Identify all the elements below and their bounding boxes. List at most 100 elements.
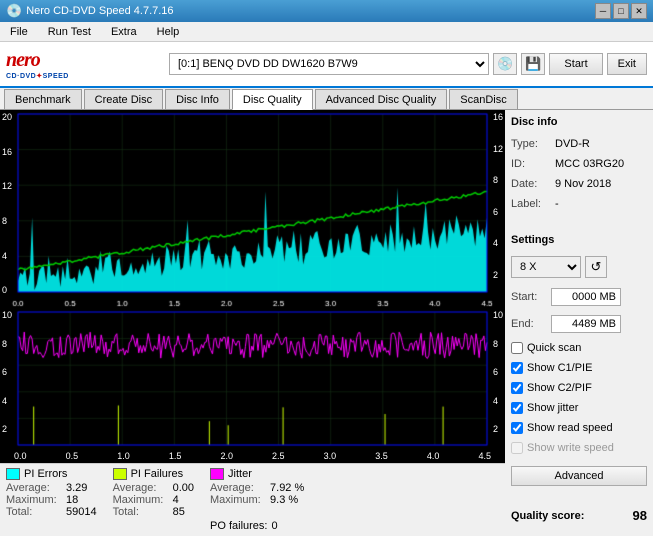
tab-scan-disc[interactable]: ScanDisc xyxy=(449,89,517,109)
disc-id-value: MCC 03RG20 xyxy=(555,158,624,170)
show-c1-pie-checkbox[interactable] xyxy=(511,362,523,374)
quality-score-row: Quality score: 98 xyxy=(511,508,647,523)
x-label-00: 0.0 xyxy=(14,451,27,461)
pi-failures-average: Average: 0.00 xyxy=(113,482,194,494)
show-jitter-checkbox[interactable] xyxy=(511,402,523,414)
upper-yr-2: 2 xyxy=(493,270,503,280)
menu-extra[interactable]: Extra xyxy=(105,23,143,41)
upper-y-4: 4 xyxy=(2,251,12,261)
pi-errors-maximum: Maximum: 18 xyxy=(6,494,97,506)
speed-row: 8 X 4 X 12 X 16 X ↺ xyxy=(511,256,647,278)
lower-y-2: 2 xyxy=(2,424,12,434)
pi-errors-label: PI Errors xyxy=(24,468,67,480)
quality-score-label: Quality score: xyxy=(511,510,584,522)
maximize-button[interactable]: □ xyxy=(613,3,629,19)
jitter-block: Jitter Average: 7.92 % Maximum: 9.3 % PO… xyxy=(210,468,304,532)
po-failures-label: PO failures: xyxy=(210,520,267,532)
close-button[interactable]: ✕ xyxy=(631,3,647,19)
lower-yr-2: 2 xyxy=(493,424,503,434)
title-bar-left: 💿 Nero CD-DVD Speed 4.7.7.16 xyxy=(6,3,174,19)
disc-date-value: 9 Nov 2018 xyxy=(555,178,611,190)
end-mb-input[interactable] xyxy=(551,315,621,333)
x-label-20: 2.0 xyxy=(220,451,233,461)
upper-yr-6: 6 xyxy=(493,207,503,217)
pi-errors-color xyxy=(6,468,20,480)
start-mb-row: Start: xyxy=(511,288,647,306)
save-icon-button[interactable]: 💾 xyxy=(521,53,545,75)
disc-date-label: Date: xyxy=(511,178,551,190)
tab-create-disc[interactable]: Create Disc xyxy=(84,89,163,109)
tab-disc-info[interactable]: Disc Info xyxy=(165,89,230,109)
pi-errors-average: Average: 3.29 xyxy=(6,482,97,494)
quality-score-value: 98 xyxy=(633,508,647,523)
advanced-button[interactable]: Advanced xyxy=(511,466,647,486)
menu-file[interactable]: File xyxy=(4,23,34,41)
show-read-speed-row: Show read speed xyxy=(511,422,647,434)
show-c1-pie-row: Show C1/PIE xyxy=(511,362,647,374)
quick-scan-row: Quick scan xyxy=(511,342,647,354)
minimize-button[interactable]: ─ xyxy=(595,3,611,19)
show-jitter-row: Show jitter xyxy=(511,402,647,414)
upper-y-16: 16 xyxy=(2,147,12,157)
show-jitter-label: Show jitter xyxy=(527,402,578,414)
lower-yr-4: 4 xyxy=(493,396,503,406)
jitter-header: Jitter xyxy=(210,468,304,480)
charts-container: 20 16 12 8 4 0 16 12 8 6 4 2 xyxy=(0,110,505,463)
device-select[interactable]: [0:1] BENQ DVD DD DW1620 B7W9 xyxy=(169,53,489,75)
x-label-15: 1.5 xyxy=(169,451,182,461)
lower-chart xyxy=(0,308,505,463)
upper-yr-4: 4 xyxy=(493,238,503,248)
refresh-button[interactable]: ↺ xyxy=(585,256,607,278)
lower-y-4: 4 xyxy=(2,396,12,406)
x-label-45: 4.5 xyxy=(478,451,491,461)
nero-logo: nero xyxy=(6,49,40,72)
disc-label-value: - xyxy=(555,198,559,210)
tabs-bar: Benchmark Create Disc Disc Info Disc Qua… xyxy=(0,88,653,110)
app-icon: 💿 xyxy=(6,3,22,19)
pi-errors-header: PI Errors xyxy=(6,468,97,480)
tab-advanced-disc-quality[interactable]: Advanced Disc Quality xyxy=(315,89,448,109)
eject-button[interactable]: Exit xyxy=(607,53,647,75)
pi-failures-color xyxy=(113,468,127,480)
logo-subtitle: CD·DVD✦SPEED xyxy=(6,72,69,80)
start-mb-input[interactable] xyxy=(551,288,621,306)
pi-failures-total: Total: 85 xyxy=(113,506,194,518)
jitter-color xyxy=(210,468,224,480)
speed-select[interactable]: 8 X 4 X 12 X 16 X xyxy=(511,256,581,278)
show-c2-pif-checkbox[interactable] xyxy=(511,382,523,394)
upper-y-20: 20 xyxy=(2,112,12,122)
window-title: Nero CD-DVD Speed 4.7.7.16 xyxy=(26,5,173,17)
title-bar: 💿 Nero CD-DVD Speed 4.7.7.16 ─ □ ✕ xyxy=(0,0,653,22)
upper-yr-16: 16 xyxy=(493,112,503,122)
x-label-05: 0.5 xyxy=(66,451,79,461)
disc-info-title: Disc info xyxy=(511,116,647,128)
end-mb-row: End: xyxy=(511,315,647,333)
tab-disc-quality[interactable]: Disc Quality xyxy=(232,89,313,110)
menu-help[interactable]: Help xyxy=(151,23,186,41)
pi-errors-total: Total: 59014 xyxy=(6,506,97,518)
show-read-speed-checkbox[interactable] xyxy=(511,422,523,434)
start-button[interactable]: Start xyxy=(549,53,602,75)
menu-run-test[interactable]: Run Test xyxy=(42,23,97,41)
show-write-speed-row: Show write speed xyxy=(511,442,647,454)
quick-scan-label: Quick scan xyxy=(527,342,581,354)
quick-scan-checkbox[interactable] xyxy=(511,342,523,354)
logo-area: nero CD·DVD✦SPEED xyxy=(6,49,161,80)
lower-y-6: 6 xyxy=(2,367,12,377)
disc-icon-button[interactable]: 💿 xyxy=(493,53,517,75)
show-c2-pif-label: Show C2/PIF xyxy=(527,382,592,394)
show-write-speed-label: Show write speed xyxy=(527,442,614,454)
lower-y-8: 8 xyxy=(2,339,12,349)
upper-y-8: 8 xyxy=(2,216,12,226)
lower-yr-6: 6 xyxy=(493,367,503,377)
disc-type-row: Type: DVD-R xyxy=(511,138,647,150)
main-content: 20 16 12 8 4 0 16 12 8 6 4 2 xyxy=(0,110,653,536)
device-row: [0:1] BENQ DVD DD DW1620 B7W9 💿 💾 Start … xyxy=(169,53,647,75)
disc-id-label: ID: xyxy=(511,158,551,170)
po-failures-row: PO failures: 0 xyxy=(210,520,304,532)
disc-label-label: Label: xyxy=(511,198,551,210)
end-mb-label: End: xyxy=(511,318,551,330)
upper-yr-8: 8 xyxy=(493,175,503,185)
tab-benchmark[interactable]: Benchmark xyxy=(4,89,82,109)
disc-type-value: DVD-R xyxy=(555,138,590,150)
